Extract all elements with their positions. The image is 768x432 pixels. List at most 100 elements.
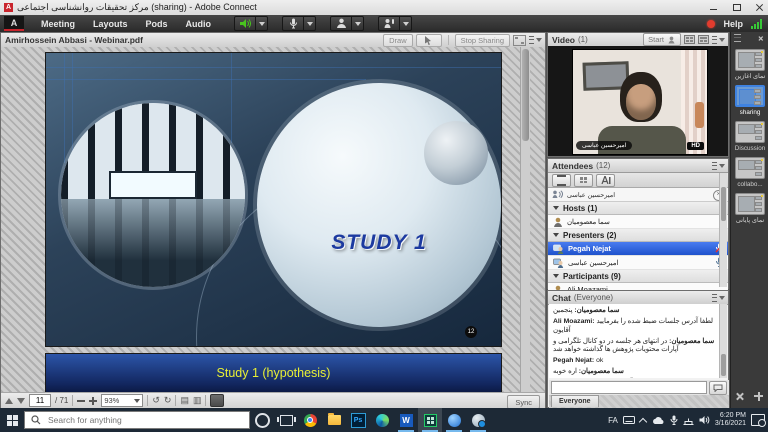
menu-audio[interactable]: Audio bbox=[177, 15, 221, 32]
adobe-connect-taskbar-icon[interactable] bbox=[418, 408, 442, 432]
layout-bar-menu-icon[interactable] bbox=[734, 34, 747, 42]
attendees-count: (12) bbox=[596, 161, 610, 170]
close-layout-icon[interactable] bbox=[735, 392, 744, 401]
status-dropdown[interactable] bbox=[400, 16, 412, 31]
minimize-icon[interactable] bbox=[709, 3, 718, 12]
onedrive-cloud-icon[interactable] bbox=[652, 416, 665, 425]
attendee-row-presenter[interactable]: امیرحسین عباسی bbox=[548, 256, 728, 270]
zoom-out-icon[interactable] bbox=[77, 400, 85, 402]
attendees-pod-title: Attendees bbox=[552, 161, 593, 171]
sync-button[interactable]: Sync bbox=[507, 395, 540, 409]
windows-logo-icon bbox=[7, 415, 18, 426]
taskbar-clock[interactable]: 6:20 PM 3/16/2021 bbox=[715, 412, 746, 429]
maximize-icon[interactable] bbox=[732, 3, 741, 12]
fit-page-icon[interactable]: ▤ bbox=[180, 396, 189, 405]
chat-input[interactable] bbox=[551, 381, 707, 394]
breakout-view-icon[interactable] bbox=[574, 174, 593, 187]
presenters-section-header[interactable]: Presenters (2) bbox=[548, 229, 728, 242]
status-button[interactable] bbox=[378, 16, 400, 31]
attendees-scrollbar[interactable] bbox=[719, 173, 727, 287]
cortana-icon[interactable] bbox=[250, 408, 274, 432]
notification-center-icon[interactable] bbox=[751, 414, 765, 426]
layout-item-5[interactable]: نمای پایانی bbox=[731, 193, 768, 224]
rotate-left-icon[interactable]: ↺ bbox=[152, 396, 160, 405]
tray-microphone-icon[interactable] bbox=[670, 415, 678, 425]
zoom-in-icon[interactable] bbox=[89, 397, 97, 405]
file-explorer-icon[interactable] bbox=[322, 408, 346, 432]
grid-layout-icon[interactable] bbox=[684, 35, 695, 44]
chat-input-row bbox=[549, 380, 729, 395]
add-layout-icon[interactable] bbox=[754, 392, 763, 401]
menu-pods[interactable]: Pods bbox=[137, 15, 177, 32]
chat-pod-title: Chat bbox=[552, 293, 571, 303]
webcam-button[interactable] bbox=[330, 16, 352, 31]
stop-sharing-button[interactable]: Stop Sharing bbox=[455, 34, 510, 47]
task-view-icon[interactable] bbox=[274, 408, 298, 432]
word-icon[interactable]: W bbox=[394, 408, 418, 432]
browser-globe-icon[interactable] bbox=[442, 408, 466, 432]
hosts-section-header[interactable]: Hosts (1) bbox=[548, 202, 728, 215]
filmstrip-layout-icon[interactable] bbox=[698, 35, 709, 44]
slide-title: STUDY 1 bbox=[257, 231, 501, 255]
attendee-view-icon[interactable] bbox=[552, 174, 571, 187]
microphone-button[interactable] bbox=[282, 16, 304, 31]
attendee-row-host[interactable]: سما معصومیان bbox=[548, 215, 728, 229]
attendees-pod-menu-icon[interactable] bbox=[712, 162, 725, 170]
speaker-button[interactable] bbox=[234, 16, 256, 31]
previous-page-icon[interactable] bbox=[5, 398, 13, 404]
chat-bubble-icon bbox=[713, 384, 723, 392]
system-tray: FA 6:20 PM 3/16/2021 bbox=[608, 408, 768, 432]
participants-section-header[interactable]: Participants (9) bbox=[548, 270, 728, 283]
pan-tool-icon[interactable] bbox=[210, 394, 224, 407]
pointer-button[interactable] bbox=[416, 34, 442, 47]
pointer-icon bbox=[425, 36, 432, 45]
fit-width-icon[interactable]: ▥ bbox=[193, 396, 202, 405]
help-menu[interactable]: Help bbox=[723, 19, 743, 29]
edge-icon[interactable] bbox=[370, 408, 394, 432]
network-icon[interactable] bbox=[683, 416, 694, 425]
webcam-icon bbox=[336, 18, 347, 29]
taskbar-search[interactable] bbox=[24, 411, 250, 429]
app-with-badge-icon[interactable] bbox=[466, 408, 490, 432]
layout-item-discussion[interactable]: Discussion bbox=[731, 121, 768, 152]
attendee-status-view-icon[interactable] bbox=[596, 174, 615, 187]
layout-bar-close-icon[interactable] bbox=[758, 35, 763, 40]
chrome-icon[interactable] bbox=[298, 408, 322, 432]
start-button[interactable] bbox=[0, 408, 24, 432]
status-view-icon bbox=[601, 176, 611, 184]
photoshop-icon[interactable]: Ps bbox=[346, 408, 370, 432]
connection-status-icon[interactable] bbox=[751, 19, 762, 29]
language-indicator[interactable]: FA bbox=[608, 416, 618, 425]
slide-photo-circle bbox=[61, 103, 245, 287]
keyboard-icon[interactable] bbox=[623, 416, 635, 424]
chat-pod-menu-icon[interactable] bbox=[712, 294, 725, 302]
volume-icon[interactable] bbox=[699, 415, 710, 425]
fullscreen-icon[interactable] bbox=[513, 35, 526, 46]
chat-tab-everyone[interactable]: Everyone bbox=[551, 395, 599, 407]
close-icon[interactable] bbox=[755, 3, 764, 12]
attendee-row-presenter-selected[interactable]: Pegah Nejat bbox=[548, 242, 728, 256]
share-pod-menu-icon[interactable] bbox=[529, 36, 542, 44]
webcam-dropdown[interactable] bbox=[352, 16, 364, 31]
layout-item-1[interactable]: نمای آغازین bbox=[731, 49, 768, 80]
hidden-icons-chevron[interactable] bbox=[640, 417, 647, 424]
chat-scrollbar[interactable] bbox=[719, 304, 727, 378]
next-page-icon[interactable] bbox=[17, 398, 25, 404]
send-message-button[interactable] bbox=[709, 381, 727, 395]
menu-layouts[interactable]: Layouts bbox=[84, 15, 137, 32]
page-number-input[interactable] bbox=[29, 394, 51, 407]
rotate-right-icon[interactable]: ↻ bbox=[164, 396, 172, 405]
zoom-level-select[interactable]: 93% bbox=[101, 394, 143, 407]
menu-meeting[interactable]: Meeting bbox=[32, 15, 84, 32]
draw-button[interactable]: Draw bbox=[383, 34, 413, 47]
video-pod-menu-icon[interactable] bbox=[712, 36, 725, 44]
search-input[interactable] bbox=[46, 414, 243, 426]
layout-item-sharing-selected[interactable]: sharing bbox=[731, 85, 768, 116]
speaker-dropdown[interactable] bbox=[256, 16, 268, 31]
share-scrollbar[interactable] bbox=[520, 47, 530, 392]
start-webcam-button[interactable]: Start bbox=[643, 33, 681, 46]
layout-item-collaboration[interactable]: collabo... bbox=[731, 157, 768, 188]
share-toolbar: / 71 93% ↺ ↻ ▤ ▥ Sync bbox=[1, 392, 545, 408]
active-speaker-name: امیرحسین عباسی bbox=[567, 191, 615, 199]
microphone-dropdown[interactable] bbox=[304, 16, 316, 31]
